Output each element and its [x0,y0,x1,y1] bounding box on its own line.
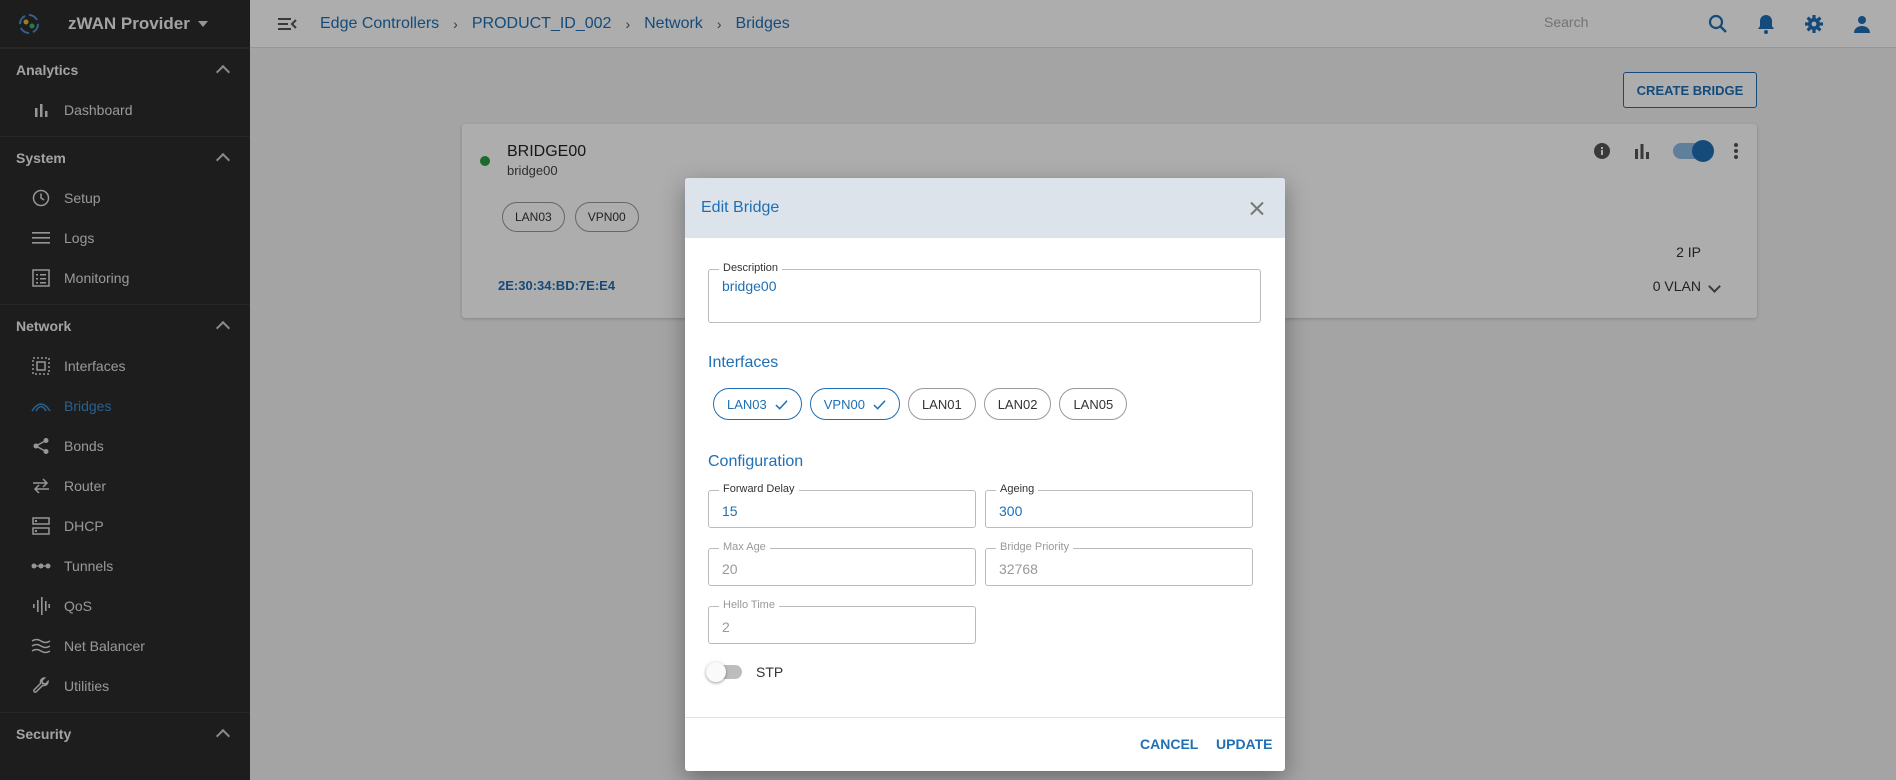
stp-toggle-row: STP [706,662,784,682]
ageing-field[interactable]: Ageing 300 [985,483,1253,528]
check-icon [775,399,788,410]
stp-toggle[interactable] [706,662,742,682]
field-label: Hello Time [719,599,779,611]
field-value: 32768 [999,561,1038,577]
cancel-button[interactable]: CANCEL [1140,736,1198,752]
dialog-footer: CANCEL UPDATE [685,717,1285,771]
interfaces-heading: Interfaces [708,354,779,371]
chip-lan05[interactable]: LAN05 [1059,388,1128,420]
max-age-field: Max Age 20 [708,541,976,586]
chip-label: VPN00 [823,396,865,412]
field-value: 300 [999,503,1023,519]
chip-lan02[interactable]: LAN02 [983,388,1052,420]
chip-label: LAN03 [727,396,767,412]
field-label: Forward Delay [719,483,799,495]
forward-delay-field[interactable]: Forward Delay 15 [708,483,976,528]
bridge-priority-field: Bridge Priority 32768 [985,541,1253,586]
stp-label: STP [756,664,784,680]
chip-vpn00[interactable]: VPN00 [809,388,900,420]
field-value: 20 [722,561,738,577]
update-button[interactable]: UPDATE [1216,736,1273,752]
field-label: Max Age [719,541,770,553]
field-value: bridge00 [722,278,777,294]
description-field[interactable]: Description bridge00 [708,262,1261,323]
chip-lan03[interactable]: LAN03 [713,388,802,420]
dialog-title: Edit Bridge [701,199,780,216]
close-icon[interactable] [1247,198,1267,218]
dialog-header: Edit Bridge [685,178,1285,238]
chip-lan01[interactable]: LAN01 [907,388,976,420]
field-label: Ageing [996,483,1039,495]
field-value: 2 [722,619,730,635]
field-label: Bridge Priority [996,541,1074,553]
field-label: Description [719,262,783,274]
field-value: 15 [722,503,738,519]
hello-time-field: Hello Time 2 [708,599,976,644]
check-icon [873,399,886,410]
interfaces-chip-group: LAN03 VPN00 LAN01 LAN02 LAN05 [713,388,1128,420]
configuration-heading: Configuration [708,453,804,470]
edit-bridge-dialog: Edit Bridge Description bridge00 Interfa… [685,178,1285,771]
